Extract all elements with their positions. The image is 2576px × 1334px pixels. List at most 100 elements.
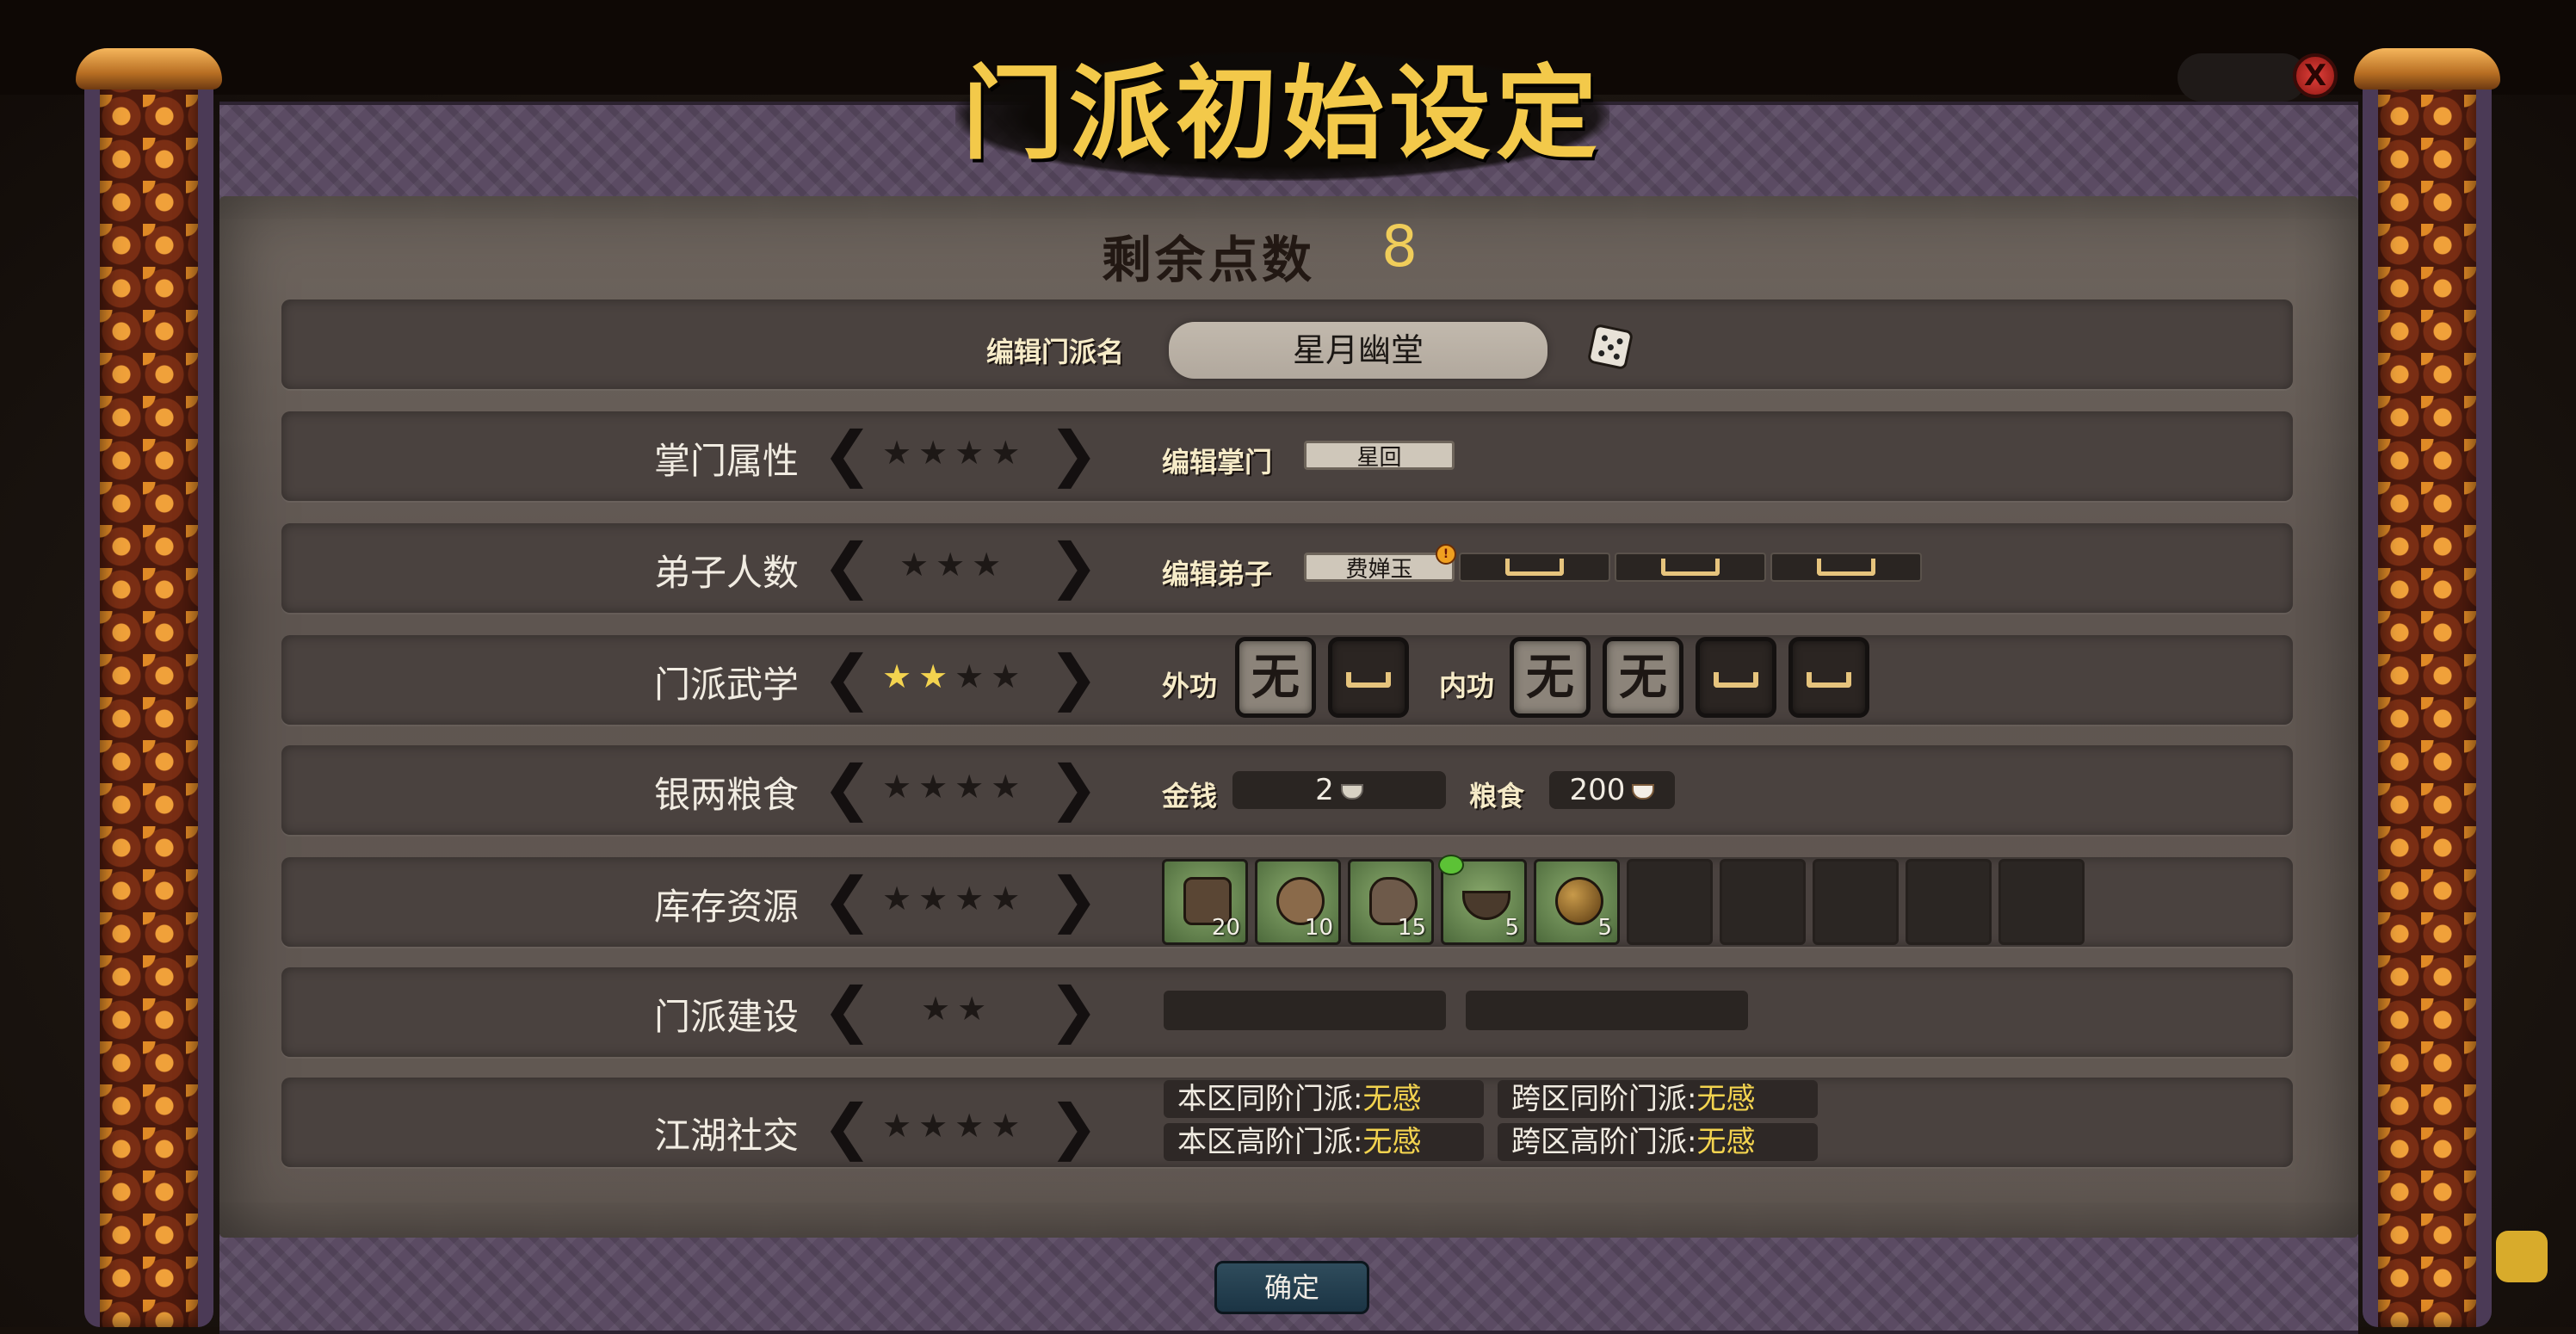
resource-qty: 20 xyxy=(1211,915,1240,941)
star-filled-icon: ★ xyxy=(882,658,919,695)
empty-disciple-slot[interactable] xyxy=(1770,553,1922,582)
left-scroll-rod xyxy=(84,52,213,1327)
leader-name-chip[interactable]: 星回 xyxy=(1304,441,1455,471)
close-button[interactable]: X xyxy=(2293,53,2338,98)
inner-skill-slot-empty[interactable] xyxy=(1696,637,1776,718)
star-filled-icon: ★ xyxy=(918,658,955,695)
building-slot[interactable] xyxy=(1466,991,1748,1030)
decrease-arrow[interactable]: ❮ xyxy=(822,979,873,1040)
empty-resource-slot[interactable] xyxy=(1998,859,2085,945)
empty-disciple-slot[interactable] xyxy=(1615,553,1766,582)
empty-resource-slot[interactable] xyxy=(1906,859,1992,945)
star-empty-icon: ★ xyxy=(991,434,1028,472)
row-label: 银两粮食 xyxy=(653,774,799,816)
building-slot[interactable] xyxy=(1164,991,1446,1030)
sect-name-input[interactable]: 星月幽堂 xyxy=(1169,322,1547,379)
resource-qty: 5 xyxy=(1597,915,1612,941)
social-value: 无感 xyxy=(1696,1125,1756,1159)
decrease-arrow[interactable]: ❮ xyxy=(822,423,873,484)
increase-arrow[interactable]: ❯ xyxy=(1048,869,1099,929)
empty-resource-slot[interactable] xyxy=(1720,859,1806,945)
right-rod-cap xyxy=(2354,48,2500,90)
inner-skill-slot-empty[interactable] xyxy=(1788,637,1869,718)
decrease-arrow[interactable]: ❮ xyxy=(822,757,873,818)
outer-skill-slot-empty[interactable] xyxy=(1328,637,1409,718)
left-rod-cap xyxy=(76,48,222,90)
social-relation: 本区同阶门派:无感 xyxy=(1164,1080,1484,1118)
star-rating: ★★★★ xyxy=(882,881,1027,916)
social-value: 无感 xyxy=(1362,1082,1422,1116)
money-amount: 2 xyxy=(1315,773,1334,807)
row-label: 江湖社交 xyxy=(653,1115,799,1157)
leader-attr-row xyxy=(281,411,2293,501)
star-empty-icon: ★ xyxy=(954,880,991,917)
close-backdrop xyxy=(2178,53,2307,102)
food-value: 200 xyxy=(1549,771,1675,809)
resource-qty: 10 xyxy=(1304,915,1333,941)
money-label: 金钱 xyxy=(1162,780,1218,812)
decrease-arrow[interactable]: ❮ xyxy=(822,869,873,929)
star-empty-icon: ★ xyxy=(972,546,1009,584)
inner-skill-slot[interactable]: 无 xyxy=(1603,637,1683,718)
disciple-name-chip[interactable]: 费婵玉 xyxy=(1304,553,1455,583)
star-empty-icon: ★ xyxy=(936,546,973,584)
social-value: 无感 xyxy=(1696,1082,1756,1116)
tray-icon xyxy=(1807,672,1851,688)
outer-skill-label: 外功 xyxy=(1162,670,1218,702)
increase-arrow[interactable]: ❯ xyxy=(1048,535,1099,596)
increase-arrow[interactable]: ❯ xyxy=(1048,979,1099,1040)
resource-slot[interactable]: 20 xyxy=(1162,859,1248,945)
decrease-arrow[interactable]: ❮ xyxy=(822,535,873,596)
increase-arrow[interactable]: ❯ xyxy=(1048,423,1099,484)
decrease-arrow[interactable]: ❮ xyxy=(822,1096,873,1157)
social-relation: 跨区高阶门派:无感 xyxy=(1498,1123,1818,1161)
coin-icon xyxy=(1340,783,1363,800)
star-empty-icon: ★ xyxy=(991,768,1028,806)
edit-leader-label: 编辑掌门 xyxy=(1162,446,1273,479)
leaf-badge-icon xyxy=(1438,855,1464,875)
disciple-count-row xyxy=(281,523,2293,613)
row-label: 门派武学 xyxy=(653,664,799,706)
tray-icon xyxy=(1817,559,1875,576)
rice-icon xyxy=(1632,783,1655,800)
confirm-button[interactable]: 确定 xyxy=(1214,1261,1369,1314)
social-label: 跨区同阶门派: xyxy=(1511,1082,1697,1116)
resource-slot[interactable]: 5 xyxy=(1534,859,1620,945)
increase-arrow[interactable]: ❯ xyxy=(1048,757,1099,818)
inner-skill-slot[interactable]: 无 xyxy=(1510,637,1591,718)
resource-grid: 20 10 15 5 5 xyxy=(1162,855,2091,945)
row-label: 库存资源 xyxy=(653,886,799,928)
remaining-points-label: 剩余点数 xyxy=(1102,231,1316,289)
star-rating: ★★ xyxy=(921,991,993,1026)
star-empty-icon: ★ xyxy=(918,434,955,472)
outer-skill-slot[interactable]: 无 xyxy=(1235,637,1316,718)
right-scroll-rod xyxy=(2363,52,2492,1327)
empty-resource-slot[interactable] xyxy=(1627,859,1713,945)
star-empty-icon: ★ xyxy=(882,880,919,917)
increase-arrow[interactable]: ❯ xyxy=(1048,647,1099,707)
decrease-arrow[interactable]: ❮ xyxy=(822,647,873,707)
tray-icon xyxy=(1505,559,1564,576)
increase-arrow[interactable]: ❯ xyxy=(1048,1096,1099,1157)
tray-icon xyxy=(1346,672,1391,688)
row-label: 掌门属性 xyxy=(653,440,799,482)
empty-resource-slot[interactable] xyxy=(1813,859,1899,945)
inner-skill-label: 内功 xyxy=(1439,670,1495,702)
resource-slot[interactable]: 5 xyxy=(1438,855,1527,945)
empty-disciple-slot[interactable] xyxy=(1459,553,1610,582)
star-rating: ★★★★ xyxy=(882,659,1027,694)
star-rating: ★★★★ xyxy=(882,435,1027,470)
social-label: 跨区高阶门派: xyxy=(1511,1125,1697,1159)
dice-icon[interactable] xyxy=(1586,323,1634,371)
star-empty-icon: ★ xyxy=(918,1107,955,1145)
resource-qty: 5 xyxy=(1504,915,1519,941)
resource-slot[interactable]: 15 xyxy=(1348,859,1434,945)
star-empty-icon: ★ xyxy=(991,658,1028,695)
social-relation: 跨区同阶门派:无感 xyxy=(1498,1080,1818,1118)
edit-disciple-label: 编辑弟子 xyxy=(1162,558,1273,590)
metal-ball-icon xyxy=(1555,877,1603,925)
star-empty-icon: ★ xyxy=(918,768,955,806)
alert-icon: ! xyxy=(1436,544,1456,565)
resource-slot[interactable]: 10 xyxy=(1255,859,1341,945)
star-empty-icon: ★ xyxy=(899,546,936,584)
